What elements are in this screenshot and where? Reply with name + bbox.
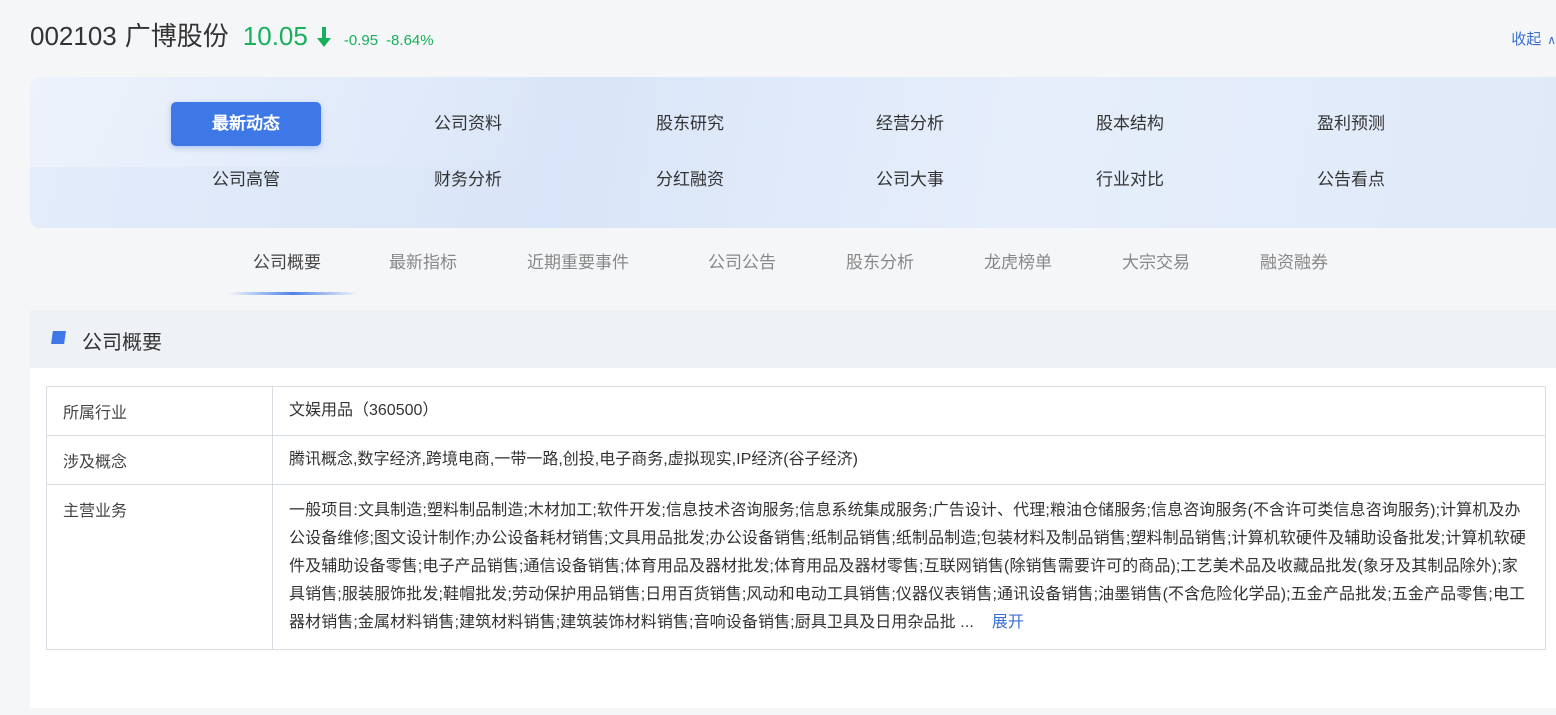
subtab-announcements[interactable]: 公司公告 — [708, 248, 776, 273]
subtab-dragon-tiger-list[interactable]: 龙虎榜单 — [984, 248, 1052, 273]
subtab-company-overview[interactable]: 公司概要 — [253, 248, 321, 273]
business-cell: 一般项目:文具制造;塑料制品制造;木材加工;软件开发;信息技术咨询服务;信息系统… — [272, 484, 1546, 650]
business-value: 一般项目:文具制造;塑料制品制造;木材加工;软件开发;信息技术咨询服务;信息系统… — [289, 502, 1526, 631]
module-nav-panel: 最新动态 公司资料 股东研究 经营分析 股本结构 盈利预测 公司高管 财务分析 … — [30, 77, 1556, 228]
stock-header: 002103 广博股份 10.05 -0.95 -8.64% — [30, 16, 434, 56]
section-title: 公司概要 — [82, 332, 162, 354]
collapse-label: 收起 — [1511, 31, 1542, 48]
concept-value: 腾讯概念,数字经济,跨境电商,一带一路,创投,电子商务,虚拟现实,IP经济(谷子… — [272, 435, 1546, 485]
price-change: -0.95 — [343, 32, 379, 49]
nav-item-company-profile[interactable]: 公司资料 — [393, 102, 543, 146]
nav-item-latest[interactable]: 最新动态 — [171, 102, 321, 146]
nav-item-financial-analysis[interactable]: 财务分析 — [393, 158, 543, 202]
stock-price: 10.05 — [242, 21, 308, 51]
active-tab-indicator — [228, 292, 358, 295]
company-info-table: 所属行业 文娱用品（360500） 涉及概念 腾讯概念,数字经济,跨境电商,一带… — [46, 386, 1546, 650]
subtab-shareholder-analysis[interactable]: 股东分析 — [846, 248, 914, 273]
nav-item-operation-analysis[interactable]: 经营分析 — [835, 102, 985, 146]
nav-item-shareholder-research[interactable]: 股东研究 — [615, 102, 765, 146]
table-row: 所属行业 文娱用品（360500） — [46, 386, 1546, 436]
price-change-pct: -8.64% — [386, 32, 434, 49]
sub-tab-bar: 公司概要 最新指标 近期重要事件 公司公告 股东分析 龙虎榜单 大宗交易 融资融… — [0, 248, 1556, 295]
arrow-down-icon — [316, 26, 332, 48]
table-row: 主营业务 一般项目:文具制造;塑料制品制造;木材加工;软件开发;信息技术咨询服务… — [46, 484, 1546, 650]
company-overview-panel: 所属行业 文娱用品（360500） 涉及概念 腾讯概念,数字经济,跨境电商,一带… — [30, 368, 1556, 708]
section-marker-icon — [51, 331, 66, 344]
nav-item-company-events[interactable]: 公司大事 — [835, 158, 985, 202]
expand-link[interactable]: 展开 — [992, 614, 1024, 631]
industry-label: 所属行业 — [46, 386, 273, 436]
subtab-latest-indicators[interactable]: 最新指标 — [389, 248, 457, 273]
nav-item-executives[interactable]: 公司高管 — [171, 158, 321, 202]
table-row: 涉及概念 腾讯概念,数字经济,跨境电商,一带一路,创投,电子商务,虚拟现实,IP… — [46, 435, 1546, 485]
subtab-recent-events[interactable]: 近期重要事件 — [527, 248, 629, 273]
business-label: 主营业务 — [46, 484, 273, 650]
nav-row-2: 公司高管 财务分析 分红融资 公司大事 行业对比 公告看点 — [30, 158, 1556, 202]
industry-value: 文娱用品（360500） — [272, 386, 1546, 436]
stock-name: 广博股份 — [124, 21, 229, 51]
concept-label: 涉及概念 — [46, 435, 273, 485]
nav-item-industry-compare[interactable]: 行业对比 — [1055, 158, 1205, 202]
chevron-up-icon: ∧ — [1547, 33, 1556, 47]
subtab-block-trades[interactable]: 大宗交易 — [1122, 248, 1190, 273]
nav-item-announcement-highlights[interactable]: 公告看点 — [1276, 158, 1426, 202]
nav-row-1: 最新动态 公司资料 股东研究 经营分析 股本结构 盈利预测 — [30, 102, 1556, 146]
section-header: 公司概要 — [30, 310, 1556, 368]
nav-item-earnings-forecast[interactable]: 盈利预测 — [1276, 102, 1426, 146]
stock-code: 002103 — [30, 21, 117, 51]
collapse-button[interactable]: 收起 ∧ — [1511, 28, 1556, 49]
subtab-margin-trading[interactable]: 融资融券 — [1260, 248, 1328, 273]
nav-item-dividend-financing[interactable]: 分红融资 — [615, 158, 765, 202]
nav-item-capital-structure[interactable]: 股本结构 — [1055, 102, 1205, 146]
